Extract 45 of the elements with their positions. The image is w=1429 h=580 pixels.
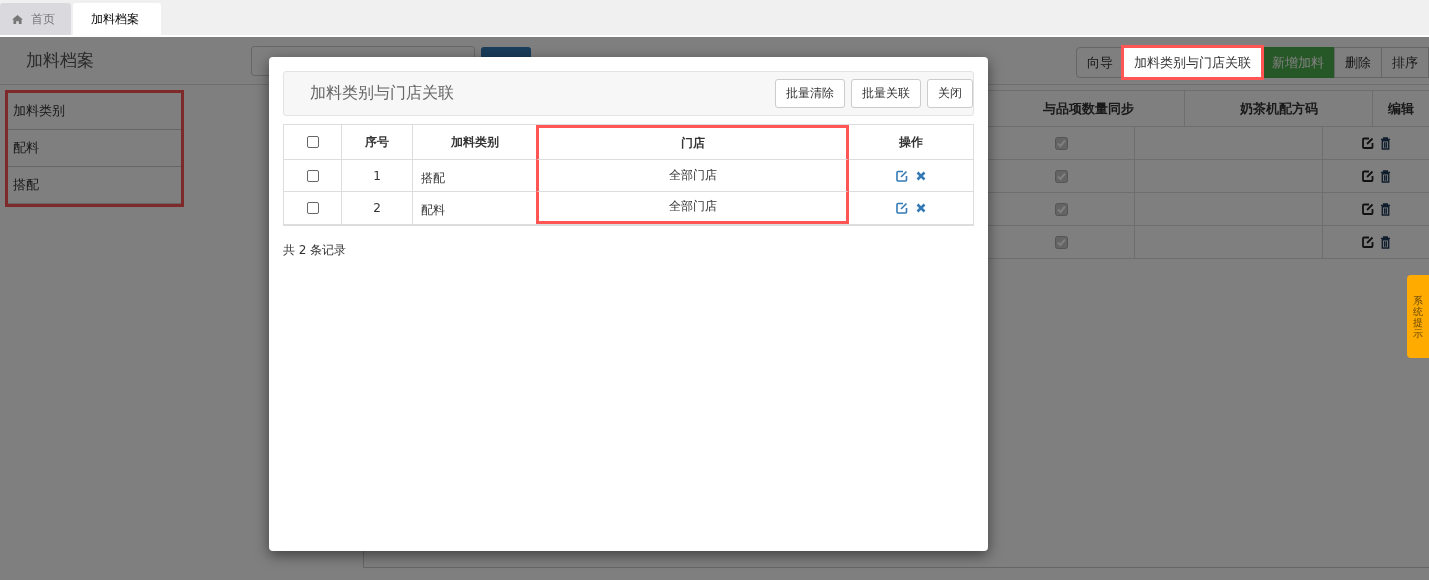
edit-icon[interactable] — [1361, 170, 1374, 182]
trash-icon[interactable] — [1379, 235, 1391, 249]
trash-icon[interactable] — [1379, 202, 1391, 216]
tab[interactable]: 加料档案 — [73, 3, 161, 35]
column-header: 操作 — [899, 133, 923, 151]
table-cell: 配料 — [421, 202, 445, 219]
dialog-title: 加料类别与门店关联 — [310, 83, 455, 104]
edit-icon[interactable] — [896, 169, 908, 182]
toolbar-button[interactable]: 排序 — [1381, 47, 1429, 78]
column-header: 门店 — [680, 135, 705, 152]
column-header: 编辑 — [1388, 99, 1414, 118]
tab[interactable]: 首页 — [0, 3, 71, 35]
close-icon[interactable] — [916, 170, 926, 181]
column-header: 奶茶机配方码 — [1239, 99, 1318, 118]
category-item[interactable]: 搭配 — [8, 167, 181, 204]
table-cell: 2 — [373, 201, 381, 215]
category-heading: 加料类别 — [8, 93, 181, 130]
category-item[interactable]: 配料 — [8, 130, 181, 167]
column-header: 与品项数量同步 — [1043, 99, 1134, 118]
record-count: 共 2 条记录 — [283, 242, 348, 259]
side-tab[interactable]: 系统提示 — [1407, 275, 1429, 358]
edit-icon[interactable] — [896, 202, 908, 214]
row-checkbox[interactable] — [306, 202, 319, 214]
edit-icon[interactable] — [1361, 203, 1374, 215]
home-icon — [12, 14, 23, 24]
edit-icon[interactable] — [1361, 137, 1374, 149]
table-cell: 1 — [373, 168, 381, 183]
page-title: 加料档案 — [26, 49, 95, 72]
dialog-button[interactable]: 批量关联 — [851, 79, 921, 108]
dialog-button[interactable]: 关闭 — [927, 79, 973, 108]
close-icon[interactable] — [916, 203, 926, 213]
toolbar-button[interactable]: 删除 — [1334, 47, 1382, 78]
table-cell: 搭配 — [421, 169, 445, 187]
toolbar-button[interactable]: 向导 — [1076, 47, 1124, 78]
table-cell: 全部门店 — [668, 167, 717, 184]
select-all-checkbox[interactable] — [306, 136, 319, 148]
trash-icon[interactable] — [1379, 136, 1391, 150]
edit-icon[interactable] — [1361, 236, 1374, 248]
trash-icon[interactable] — [1379, 169, 1391, 183]
toolbar-button[interactable]: 加料类别与门店关联 — [1123, 47, 1262, 78]
row-checkbox[interactable] — [306, 169, 319, 182]
column-header: 序号 — [365, 133, 389, 151]
column-header: 加料类别 — [450, 133, 499, 151]
dialog-button[interactable]: 批量清除 — [775, 79, 845, 108]
table-cell: 全部门店 — [668, 198, 717, 215]
